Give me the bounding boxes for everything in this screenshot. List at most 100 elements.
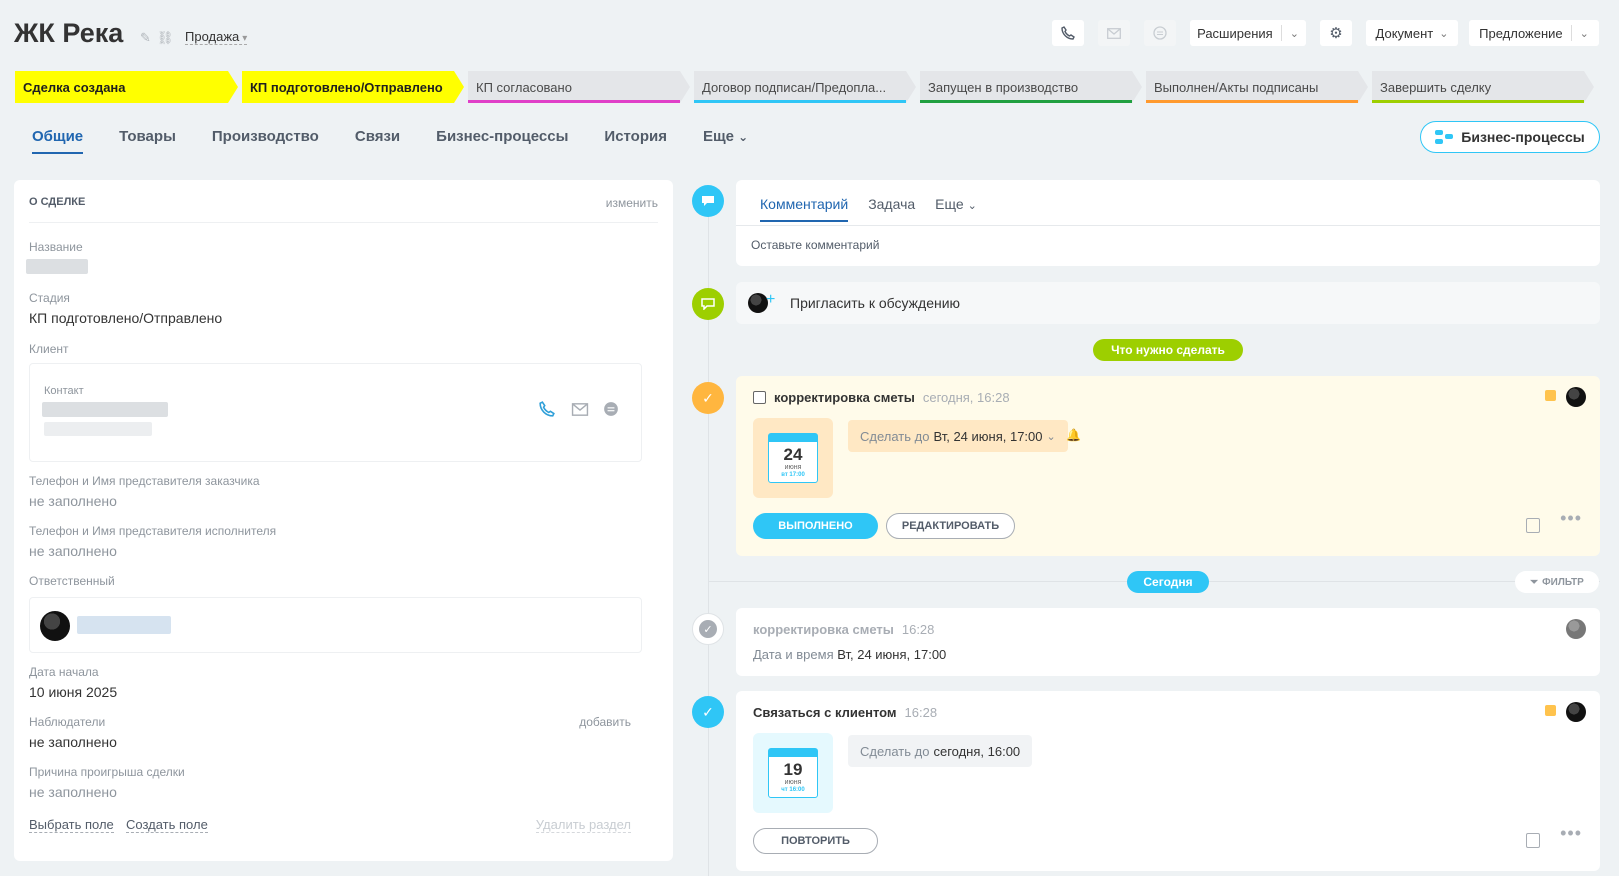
note-icon[interactable] (1526, 518, 1540, 533)
tab-production[interactable]: Производство (212, 128, 319, 154)
stage-deal-created[interactable]: Сделка создана (15, 71, 238, 103)
gear-icon: ⚙ (1329, 25, 1343, 42)
bell-icon[interactable]: 🔔 (1066, 428, 1081, 442)
tab-general[interactable]: Общие (32, 128, 84, 154)
phone-icon (1061, 26, 1075, 40)
history-check-icon: ✓ (692, 613, 724, 645)
task-checkbox[interactable] (753, 391, 766, 404)
stage-value: КП подготовлено/Отправлено (29, 310, 223, 326)
chat-button[interactable] (1144, 20, 1176, 46)
calendar-icon: 24 июня вт 17:00 (753, 418, 833, 498)
document-dropdown[interactable]: Документ ⌄ (1366, 20, 1458, 46)
offer-dropdown[interactable]: Предложение ⌄ (1469, 20, 1599, 46)
email-button[interactable] (1098, 20, 1130, 46)
responsible-box (29, 597, 642, 653)
history-time: 16:28 (901, 622, 935, 637)
add-observer-link[interactable]: добавить (579, 715, 631, 729)
stage-kp-prepared[interactable]: КП подготовлено/Отправлено (242, 71, 464, 103)
client-label: Клиент (29, 342, 69, 356)
client-box: Контакт (29, 363, 642, 462)
more-dots-icon[interactable]: ••• (1560, 508, 1582, 529)
edit-button[interactable]: РЕДАКТИРОВАТЬ (886, 513, 1015, 539)
comment-editor: Комментарий Задача Еще ⌄ Оставьте коммен… (736, 180, 1600, 266)
observers-value: не заполнено (29, 734, 117, 750)
tab-comment[interactable]: Комментарий (760, 196, 849, 222)
stage-done-acts[interactable]: Выполнен/Акты подписаны (1146, 71, 1368, 103)
start-date-value: 10 июня 2025 (29, 684, 118, 700)
stage-kp-approved[interactable]: КП согласовано (468, 71, 690, 103)
task-time: сегодня, 16:28 (922, 390, 1010, 405)
avatar[interactable] (1566, 387, 1586, 407)
extensions-label: Расширения (1197, 25, 1273, 41)
tab-history[interactable]: История (604, 128, 667, 154)
history-entry: корректировка сметы 16:28 Дата и время Вт… (736, 608, 1600, 676)
chevron-down-icon: ▾ (242, 33, 248, 44)
invite-label: Пригласить к обсуждению (790, 295, 961, 311)
chevron-down-icon: ⌄ (1046, 430, 1056, 443)
tab-task[interactable]: Задача (868, 196, 915, 222)
avatar[interactable] (1566, 702, 1586, 722)
repeat-button[interactable]: ПОВТОРИТЬ (753, 828, 878, 854)
tab-goods[interactable]: Товары (119, 128, 176, 154)
extensions-dropdown[interactable]: Расширения ⌄ (1190, 20, 1306, 46)
link-icon[interactable]: ⛓ (157, 30, 174, 45)
business-processes-label: Бизнес-процессы (1461, 129, 1585, 145)
envelope-icon[interactable] (571, 403, 589, 416)
create-field-link[interactable]: Создать поле (126, 817, 208, 833)
more-dots-icon[interactable]: ••• (1560, 823, 1582, 844)
executor-rep-value: не заполнено (29, 543, 117, 559)
envelope-icon (1107, 27, 1121, 39)
chat-icon[interactable] (603, 401, 619, 417)
stage-production[interactable]: Запущен в производство (920, 71, 1142, 103)
note-icon[interactable] (1526, 833, 1540, 848)
select-field-link[interactable]: Выбрать поле (29, 817, 114, 833)
contact-name-blurred[interactable] (42, 402, 168, 417)
deadline-display: Сделать до сегодня, 16:00 (848, 735, 1033, 767)
task-card-contact: Связаться с клиентом 16:28 19 июня чт 16:… (736, 691, 1600, 871)
offer-label: Предложение (1479, 25, 1563, 41)
task-time: 16:28 (904, 705, 938, 720)
filter-button[interactable]: ⏷ ФИЛЬТР (1515, 571, 1599, 593)
business-processes-button[interactable]: Бизнес-процессы (1420, 121, 1600, 153)
section-title: О СДЕЛКЕ (29, 196, 86, 208)
avatar[interactable] (1566, 619, 1586, 639)
done-button[interactable]: ВЫПОЛНЕНО (753, 513, 878, 539)
stage-label: Стадия (29, 291, 70, 305)
document-label: Документ (1375, 25, 1434, 41)
comment-input[interactable]: Оставьте комментарий (751, 238, 879, 252)
start-date-label: Дата начала (29, 665, 99, 679)
tab-links[interactable]: Связи (355, 128, 400, 154)
observers-label: Наблюдатели (29, 715, 106, 729)
responsible-name-blurred[interactable] (77, 616, 171, 634)
customer-rep-label: Телефон и Имя представителя заказчика (29, 474, 260, 488)
phone-icon[interactable] (539, 401, 555, 417)
tab-more[interactable]: Еще ⌄ (703, 128, 748, 154)
name-label: Название (29, 240, 83, 254)
tab-more-activities[interactable]: Еще ⌄ (935, 196, 977, 222)
category-label: Продажа (185, 29, 240, 44)
lose-reason-value: не заполнено (29, 784, 117, 800)
today-pill: Сегодня (1127, 571, 1209, 593)
chevron-down-icon: ⌄ (738, 130, 749, 144)
category-selector[interactable]: Продажа ▾ (185, 29, 248, 45)
call-button[interactable] (1052, 20, 1084, 46)
edit-link[interactable]: изменить (606, 196, 658, 210)
tab-business-processes[interactable]: Бизнес-процессы (436, 128, 568, 154)
history-line-value: Вт, 24 июня, 17:00 (837, 647, 947, 662)
filter-icon: ⏷ (1530, 576, 1539, 588)
stage-contract-signed[interactable]: Договор подписан/Предопла... (694, 71, 916, 103)
invite-card[interactable]: + Пригласить к обсуждению (736, 282, 1600, 324)
avatar[interactable] (40, 611, 70, 641)
delete-section-link[interactable]: Удалить раздел (535, 817, 631, 833)
contact-detail-blurred (44, 422, 152, 436)
pencil-icon[interactable]: ✎ (140, 30, 151, 45)
settings-button[interactable]: ⚙ (1320, 20, 1352, 46)
chevron-down-icon: ⌄ (1289, 27, 1299, 40)
deal-info-card: О СДЕЛКЕ изменить Название Стадия КП под… (14, 180, 673, 861)
main-tabs: Общие Товары Производство Связи Бизнес-п… (32, 128, 784, 154)
deadline-selector[interactable]: Сделать до Вт, 24 июня, 17:00 ⌄ (848, 420, 1068, 452)
stage-finish-deal[interactable]: Завершить сделку (1372, 71, 1594, 103)
responsible-label: Ответственный (29, 574, 115, 588)
calendar-icon: 19 июня чт 16:00 (753, 733, 833, 813)
contact-label: Контакт (44, 385, 84, 397)
